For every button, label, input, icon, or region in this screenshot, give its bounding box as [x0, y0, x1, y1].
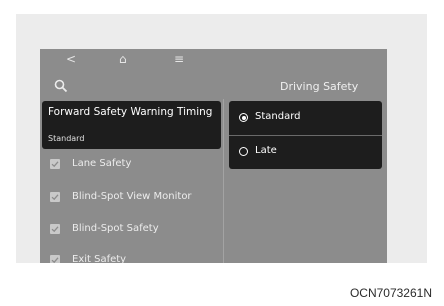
checkbox-checked-icon[interactable]	[50, 192, 60, 202]
option-label: Standard	[255, 111, 301, 122]
option-label: Late	[255, 145, 277, 156]
forward-safety-warning-timing-item[interactable]: Forward Safety Warning Timing Standard	[42, 101, 221, 149]
item-label: Lane Safety	[72, 158, 132, 169]
checkbox-checked-icon[interactable]	[50, 159, 60, 169]
panel-divider	[223, 99, 224, 263]
blind-spot-view-monitor-item[interactable]: Blind-Spot View Monitor	[50, 189, 220, 207]
timing-options: Standard Late	[229, 101, 382, 169]
item-title: Forward Safety Warning Timing	[48, 106, 213, 118]
item-label: Blind-Spot Safety	[72, 223, 159, 234]
figure-code: OCN7073261N	[349, 286, 432, 300]
option-late[interactable]: Late	[229, 135, 382, 169]
radio-selected-icon[interactable]	[239, 113, 248, 122]
item-label: Exit Safety	[72, 254, 127, 263]
display-screen: < ⌂ ≡ Forward Safety Warning Timing Stan…	[40, 49, 387, 263]
radio-unselected-icon[interactable]	[239, 147, 248, 156]
page-title: Driving Safety	[280, 80, 359, 93]
lane-safety-item[interactable]: Lane Safety	[50, 156, 220, 174]
blind-spot-safety-item[interactable]: Blind-Spot Safety	[50, 221, 220, 239]
checkbox-checked-icon[interactable]	[50, 224, 60, 234]
checkbox-checked-icon[interactable]	[50, 255, 60, 263]
option-standard[interactable]: Standard	[229, 101, 382, 135]
settings-list: Forward Safety Warning Timing Standard L…	[40, 49, 222, 263]
item-subtitle: Standard	[48, 134, 85, 143]
exit-safety-item[interactable]: Exit Safety	[50, 252, 220, 263]
item-label: Blind-Spot View Monitor	[72, 191, 192, 202]
